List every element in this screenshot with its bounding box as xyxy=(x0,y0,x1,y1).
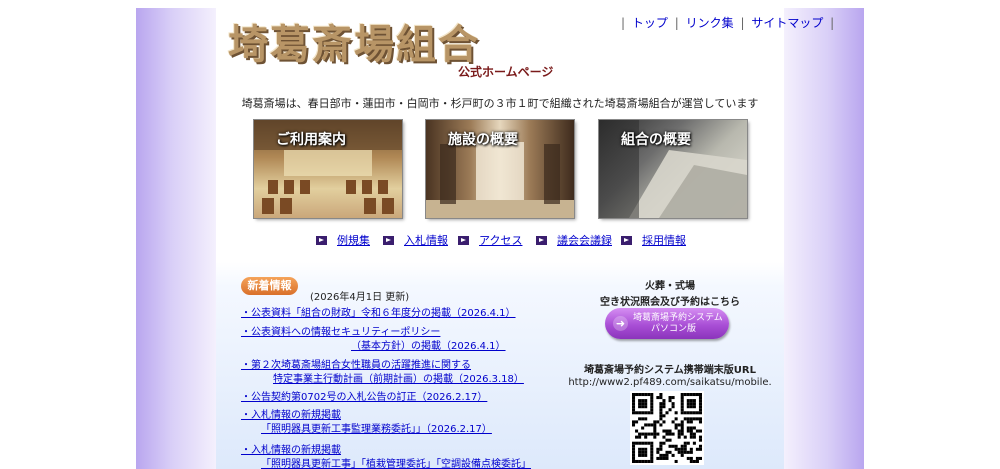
news-item-line[interactable]: ・公表資料への情報セキュリティーポリシー xyxy=(241,326,506,340)
banner-usage-guide[interactable]: ご利用案内 xyxy=(254,120,402,218)
nav-separator: | xyxy=(740,16,745,30)
news-item[interactable]: ・入札情報の新規掲載 「照明器具更新工事監理業務委託」」（2026.2.17） xyxy=(241,409,492,437)
banner-association-overview-label: 組合の概要 xyxy=(621,132,691,148)
play-square-icon xyxy=(536,236,547,245)
play-square-icon xyxy=(458,236,469,245)
banner-association-overview[interactable]: 組合の概要 xyxy=(599,120,747,218)
news-item-line[interactable]: ・入札情報の新規掲載 xyxy=(241,444,531,458)
news-item[interactable]: ・公表資料への情報セキュリティーポリシー （基本方針）の掲載（2026.4.1） xyxy=(241,326,506,354)
banner-usage-guide-label: ご利用案内 xyxy=(276,132,346,148)
news-item-line[interactable]: 「照明器具更新工事監理業務委託」」（2026.2.17） xyxy=(241,423,492,437)
reservation-subheading: 空き状況照会及び予約はこちら xyxy=(600,297,740,308)
sublink-access-label[interactable]: アクセス xyxy=(479,234,522,247)
reservation-button-sublabel: パソコン版 xyxy=(651,324,697,334)
news-item[interactable]: ・入札情報の新規掲載 「照明器具更新工事」「植栽管理委託」「空調設備点検委託」 xyxy=(241,444,531,469)
banner-facility-overview-label: 施設の概要 xyxy=(448,132,518,148)
play-square-icon xyxy=(383,236,394,245)
mobile-url[interactable]: http://www2.pf489.com/saikatsu/mobile. xyxy=(560,377,780,388)
sublink-minutes[interactable]: 議会会議録 xyxy=(536,232,612,248)
news-item[interactable]: ・公告契約第0702号の入札公告の訂正（2026.2.17） xyxy=(241,391,487,405)
news-badge: 新着情報 xyxy=(241,277,298,295)
nav-link-sitemap[interactable]: サイトマップ xyxy=(751,16,823,30)
nav-link-top[interactable]: トップ xyxy=(632,16,668,30)
news-item-line[interactable]: ・公表資料「組合の財政」令和６年度分の掲載（2026.4.1） xyxy=(241,307,516,321)
news-item-line[interactable]: （基本方針）の掲載（2026.4.1） xyxy=(241,340,506,354)
arrow-right-circle-icon: ➜ xyxy=(613,316,628,331)
banner-facility-overview[interactable]: 施設の概要 xyxy=(426,120,574,218)
sublink-regulations-label[interactable]: 例規集 xyxy=(337,234,370,247)
news-item-line[interactable]: ・公告契約第0702号の入札公告の訂正（2026.2.17） xyxy=(241,391,487,405)
news-updated-date: (2026年4月1日 更新) xyxy=(310,292,410,303)
play-square-icon xyxy=(316,236,327,245)
intro-text: 埼葛斎場は、春日部市・蓮田市・白岡市・杉戸町の３市１町で組織された埼葛斎場組合が… xyxy=(241,97,759,110)
play-square-icon xyxy=(621,236,632,245)
news-item-line[interactable]: ・入札情報の新規掲載 xyxy=(241,409,492,423)
top-nav: | トップ | リンク集 | サイトマップ | xyxy=(618,14,837,31)
news-item[interactable]: ・第２次埼葛斎場組合女性職員の活躍推進に関する 特定事業主行動計画（前期計画）の… xyxy=(241,359,524,387)
sublink-access[interactable]: アクセス xyxy=(458,232,522,248)
mobile-url-title: 埼葛斎場予約システム携帯端末版URL xyxy=(584,365,756,376)
left-purple-border xyxy=(136,8,216,469)
right-purple-border xyxy=(784,8,864,469)
sublink-minutes-label[interactable]: 議会会議録 xyxy=(557,234,612,247)
sublink-recruitment-label[interactable]: 採用情報 xyxy=(642,234,686,247)
sublink-recruitment[interactable]: 採用情報 xyxy=(621,232,686,248)
nav-separator: | xyxy=(830,16,835,30)
reservation-pc-button[interactable]: ➜ 埼葛斎場予約システム パソコン版 xyxy=(605,308,729,339)
qr-code-icon xyxy=(630,391,704,465)
site-logo-subtitle: 公式ホームページ xyxy=(458,65,554,79)
news-item-line[interactable]: 特定事業主行動計画（前期計画）の掲載（2026.3.18） xyxy=(241,373,524,387)
news-item[interactable]: ・公表資料「組合の財政」令和６年度分の掲載（2026.4.1） xyxy=(241,307,516,321)
nav-separator: | xyxy=(621,16,626,30)
news-item-line[interactable]: ・第２次埼葛斎場組合女性職員の活躍推進に関する xyxy=(241,359,524,373)
nav-link-links[interactable]: リンク集 xyxy=(686,16,734,30)
sublink-regulations[interactable]: 例規集 xyxy=(316,232,370,248)
reservation-heading: 火葬・式場 xyxy=(645,281,695,292)
news-item-line[interactable]: 「照明器具更新工事」「植栽管理委託」「空調設備点検委託」 xyxy=(241,458,531,469)
reservation-button-label: 埼葛斎場予約システム xyxy=(633,313,723,323)
site-logo-title[interactable]: 埼葛斎場組合 xyxy=(228,12,480,70)
sublink-bidding-label[interactable]: 入札情報 xyxy=(404,234,448,247)
nav-separator: | xyxy=(674,16,679,30)
sublink-bidding[interactable]: 入札情報 xyxy=(383,232,448,248)
